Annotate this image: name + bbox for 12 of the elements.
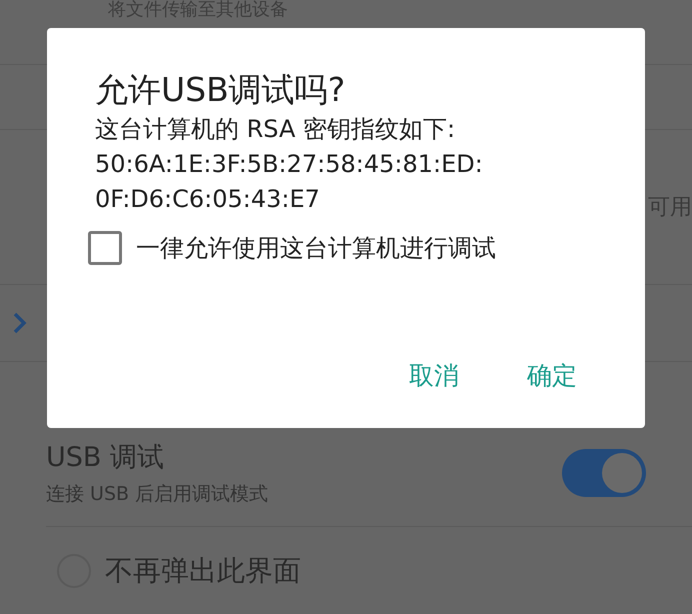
dialog-message: 0F:D6:C6:05:43:E7: [95, 184, 321, 215]
setting-title: USB 调试: [46, 441, 166, 475]
dialog-title: 允许USB调试吗?: [95, 69, 346, 111]
checkbox[interactable]: [88, 231, 122, 265]
toggle-switch[interactable]: [562, 449, 646, 497]
cancel-button[interactable]: 取消: [399, 355, 469, 396]
dialog-message: 50:6A:1E:3F:5B:27:58:45:81:ED:: [95, 149, 484, 180]
checkbox-label: 一律允许使用这台计算机进行调试: [136, 233, 496, 264]
chevron-icon: [12, 311, 28, 335]
option-label: 不再弹出此界面: [105, 552, 301, 588]
dialog-message: 这台计算机的 RSA 密钥指纹如下:: [95, 114, 456, 145]
confirm-button[interactable]: 确定: [517, 355, 587, 396]
